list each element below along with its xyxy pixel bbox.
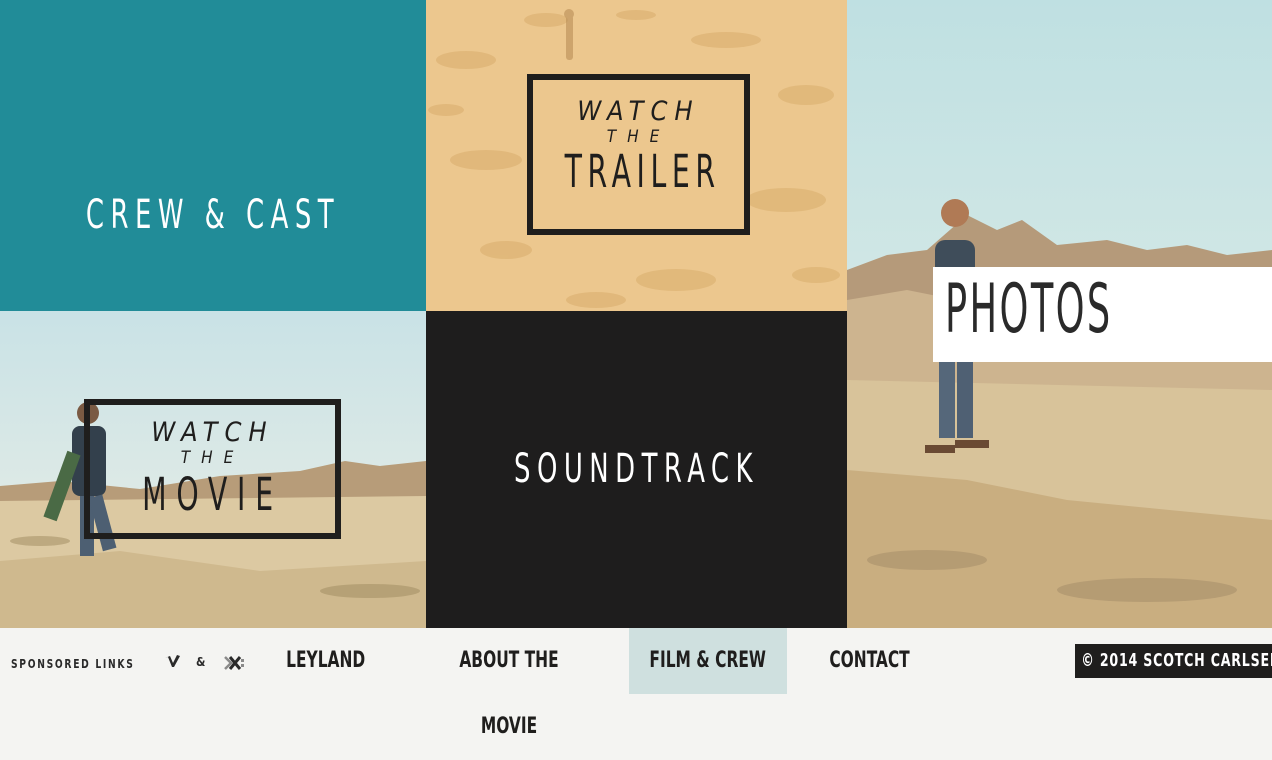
vimeo-icon[interactable] xyxy=(163,652,183,672)
photos-card: PHOTOS xyxy=(933,267,1272,362)
photos-label: PHOTOS xyxy=(945,270,1113,349)
watch-movie-tile[interactable]: WATCH THE MOVIE xyxy=(0,311,426,628)
watch-trailer-box: WATCH THE TRAILER xyxy=(527,74,750,235)
movie-line-watch: WATCH xyxy=(151,417,274,448)
watch-movie-box: WATCH THE MOVIE xyxy=(84,399,341,539)
movie-line-the: THE xyxy=(180,448,245,468)
trailer-line-the: THE xyxy=(606,127,671,147)
nav-contact[interactable]: CONTACT xyxy=(812,628,928,694)
sponsor-ampersand: & xyxy=(196,655,206,669)
trailer-line-watch: WATCH xyxy=(577,96,700,127)
crew-cast-tile[interactable]: CREW & CAST xyxy=(0,0,426,311)
crew-cast-label: CREW & CAST xyxy=(85,192,341,238)
copyright-text: © 2014 SCOTCH CARLSEN xyxy=(1081,650,1272,671)
trailer-line-trailer: TRAILER xyxy=(564,145,721,198)
nav-about-the-movie[interactable]: ABOUT THE MOVIE xyxy=(410,628,608,739)
nav-leyland-label: LEYLAND xyxy=(286,648,366,673)
nav-about-label: ABOUT THE MOVIE xyxy=(459,648,559,739)
nav-film-crew-active[interactable]: FILM & CREW xyxy=(629,628,787,694)
sponsor-x-icon[interactable] xyxy=(222,653,246,673)
nav-contact-label: CONTACT xyxy=(829,648,911,673)
photos-tile[interactable]: PHOTOS xyxy=(847,0,1272,628)
soundtrack-tile[interactable]: SOUNDTRACK xyxy=(426,311,847,628)
copyright-badge: © 2014 SCOTCH CARLSEN xyxy=(1075,644,1272,678)
movie-line-movie: MOVIE xyxy=(142,468,283,521)
nav-leyland[interactable]: LEYLAND xyxy=(266,628,386,694)
watch-trailer-tile[interactable]: WATCH THE TRAILER xyxy=(426,0,847,311)
nav-film-crew-label: FILM & CREW xyxy=(649,648,767,673)
sponsored-links-label: SPONSORED LINKS xyxy=(11,657,135,671)
soundtrack-label: SOUNDTRACK xyxy=(514,446,759,492)
